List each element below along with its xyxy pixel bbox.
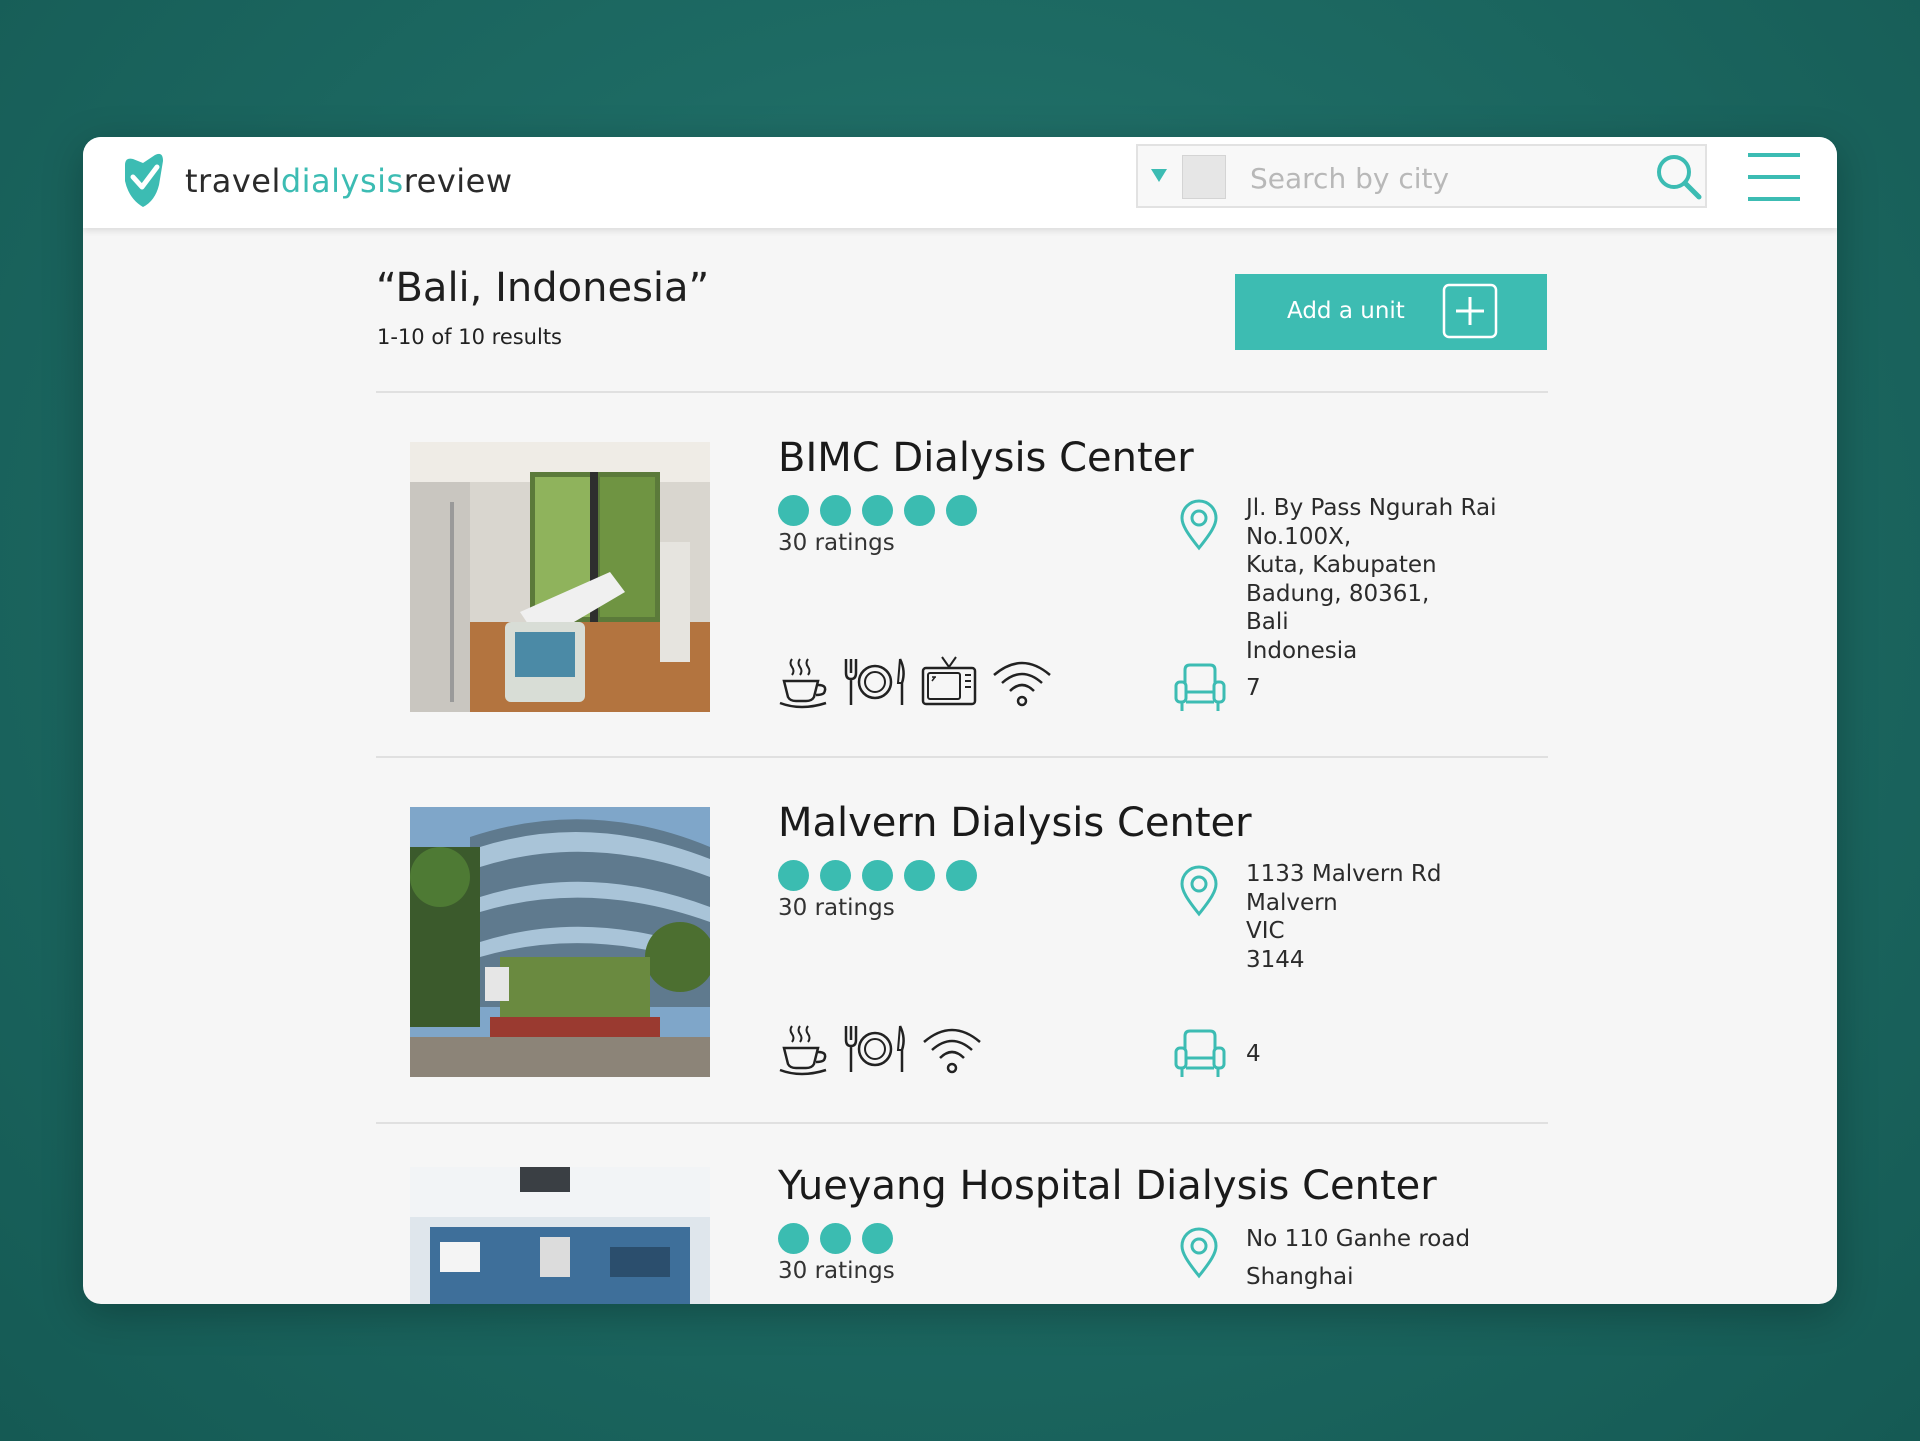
ratings-count: 30 ratings <box>778 1258 895 1284</box>
address-line: Badung, 80361, <box>1246 580 1430 607</box>
coffee-icon <box>779 1025 827 1076</box>
address: 1133 Malvern Rd Malvern VIC 3144 <box>1246 860 1441 974</box>
rating-dot <box>778 860 809 891</box>
top-bar: traveldialysisreview <box>83 137 1837 228</box>
ratings-count: 30 ratings <box>778 530 895 556</box>
tv-icon <box>921 656 977 706</box>
rating-dot <box>778 1223 809 1254</box>
rating-dot <box>820 1223 851 1254</box>
address: No 110 Ganhe road Shanghai <box>1246 1220 1470 1296</box>
rating-dot <box>904 495 935 526</box>
rating-dot <box>862 860 893 891</box>
wifi-icon <box>993 661 1051 707</box>
listing-title[interactable]: Yueyang Hospital Dialysis Center <box>778 1163 1437 1209</box>
rating-dot <box>862 1223 893 1254</box>
brand-name: traveldialysisreview <box>185 162 513 200</box>
facility-photo[interactable] <box>410 807 710 1077</box>
rating-dots <box>778 860 977 891</box>
address-line: Kuta, Kabupaten <box>1246 552 1437 578</box>
address-line: No 110 Ganhe road <box>1246 1226 1471 1252</box>
rating-dot <box>778 495 809 526</box>
listing-title[interactable]: BIMC Dialysis Center <box>778 435 1194 481</box>
results-count: 1-10 of 10 results <box>377 325 563 349</box>
coffee-icon <box>779 658 827 709</box>
chair-icon <box>1174 663 1226 711</box>
rating-dot <box>820 495 851 526</box>
brand-part-dialysis: dialysis <box>280 162 404 200</box>
add-unit-label: Add a unit <box>1287 298 1405 324</box>
search-input[interactable] <box>1248 154 1632 202</box>
rating-dot <box>946 495 977 526</box>
address-line: Shanghai <box>1246 1264 1354 1290</box>
amenities <box>778 1022 984 1076</box>
rating-dots <box>778 1223 893 1254</box>
address-line: Jl. By Pass Ngurah Rai <box>1246 495 1497 521</box>
logo[interactable]: traveldialysisreview <box>119 151 513 211</box>
rating-dot <box>820 860 851 891</box>
facility-photo[interactable] <box>410 1167 710 1304</box>
address-line: No.100X, <box>1246 523 1352 550</box>
brand-part-travel: travel <box>185 162 281 200</box>
divider <box>376 391 1548 393</box>
chairs-count: 7 <box>1246 675 1261 701</box>
checkmark-logo-icon <box>125 153 163 207</box>
address-line: Malvern <box>1246 889 1338 916</box>
rating-dots <box>778 495 977 526</box>
divider <box>376 1122 1548 1124</box>
add-unit-button[interactable]: Add a unit <box>1235 274 1547 350</box>
address-line: 3144 <box>1246 946 1305 973</box>
address-line: 1133 Malvern Rd <box>1246 861 1442 887</box>
listing-title[interactable]: Malvern Dialysis Center <box>778 800 1252 846</box>
search-bar <box>1136 144 1707 208</box>
hamburger-menu-icon[interactable] <box>1746 151 1802 203</box>
address-line: Bali <box>1246 609 1289 635</box>
location-pin-icon <box>1180 865 1218 917</box>
address-line: VIC <box>1246 918 1285 944</box>
app-window: traveldialysisreview “Bali, Indonesia” 1… <box>83 137 1837 1304</box>
location-pin-icon <box>1180 499 1218 551</box>
page-title: “Bali, Indonesia” <box>376 265 710 311</box>
facility-photo[interactable] <box>410 442 710 712</box>
rating-dot <box>946 860 977 891</box>
amenities <box>778 655 1054 709</box>
search-icon[interactable] <box>1653 151 1705 203</box>
meal-icon <box>844 658 905 705</box>
address: Jl. By Pass Ngurah Rai No.100X, Kuta, Ka… <box>1246 494 1496 665</box>
plus-icon <box>1442 283 1498 339</box>
wifi-icon <box>923 1028 981 1074</box>
divider <box>376 756 1548 758</box>
country-flag-placeholder[interactable] <box>1182 155 1226 199</box>
rating-dot <box>862 495 893 526</box>
address-line: Indonesia <box>1246 637 1358 664</box>
rating-dot <box>904 860 935 891</box>
ratings-count: 30 ratings <box>778 895 895 921</box>
chair-icon <box>1174 1029 1226 1077</box>
chairs-count: 4 <box>1246 1041 1261 1067</box>
country-dropdown-icon[interactable] <box>1148 164 1170 186</box>
location-pin-icon <box>1180 1227 1218 1279</box>
meal-icon <box>844 1025 905 1072</box>
brand-part-review: review <box>403 162 513 200</box>
